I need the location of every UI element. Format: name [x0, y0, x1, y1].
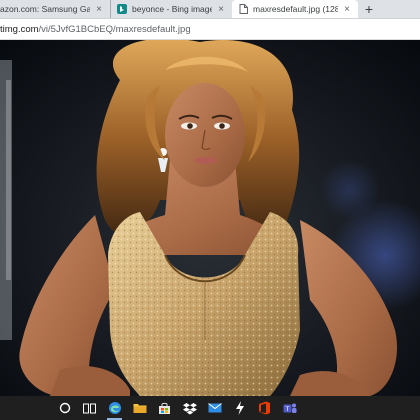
taskbar: T	[0, 396, 420, 420]
new-tab-button[interactable]: +	[358, 0, 380, 18]
address-bar[interactable]: timg.com/vi/5JvfG1BCbEQ/maxresdefault.jp…	[0, 19, 420, 40]
tab-amazon[interactable]: azon.com: Samsung Galaxy A ×	[0, 0, 110, 18]
mail-icon[interactable]	[202, 396, 227, 420]
bolt-app-icon[interactable]	[227, 396, 252, 420]
tab-label: beyonce - Bing images	[132, 4, 212, 14]
url-host: timg.com	[0, 23, 39, 35]
cortana-circle-icon[interactable]	[52, 396, 77, 420]
close-icon[interactable]: ×	[94, 4, 104, 15]
task-view-icon[interactable]	[77, 396, 102, 420]
dropbox-icon[interactable]	[177, 396, 202, 420]
tab-strip: azon.com: Samsung Galaxy A × beyonce - B…	[0, 0, 420, 19]
edge-icon[interactable]	[102, 396, 127, 420]
close-icon[interactable]: ×	[216, 4, 226, 15]
tab-label: maxresdefault.jpg (1280×720)	[253, 4, 338, 14]
close-icon[interactable]: ×	[342, 4, 352, 15]
tab-bing-images[interactable]: beyonce - Bing images ×	[110, 0, 232, 18]
teams-icon[interactable]: T	[277, 396, 302, 420]
office-icon[interactable]	[252, 396, 277, 420]
bing-icon	[117, 4, 127, 14]
tab-maxresdefault[interactable]: maxresdefault.jpg (1280×720) ×	[232, 0, 358, 18]
document-icon	[238, 4, 248, 14]
file-explorer-icon[interactable]	[127, 396, 152, 420]
url-text[interactable]: timg.com/vi/5JvfG1BCbEQ/maxresdefault.jp…	[0, 24, 191, 35]
tab-strip-empty	[380, 0, 420, 18]
svg-text:T: T	[285, 406, 289, 413]
url-path: /vi/5JvfG1BCbEQ/maxresdefault.jpg	[38, 23, 191, 35]
image-viewport	[0, 40, 420, 396]
tab-label: azon.com: Samsung Galaxy A	[0, 4, 90, 14]
photo	[0, 40, 420, 396]
store-icon[interactable]	[152, 396, 177, 420]
